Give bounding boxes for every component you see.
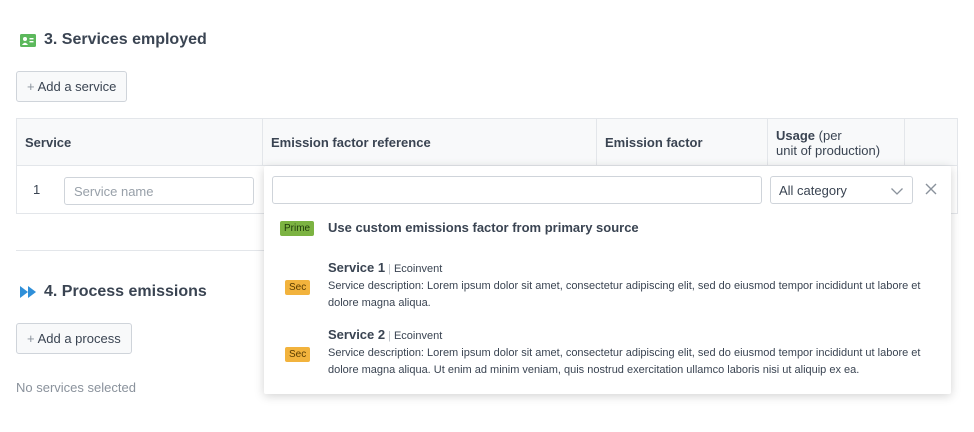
section-services-label: 3. Services employed [44,31,207,48]
fast-forward-icon [20,286,36,298]
service-option[interactable]: Sec Service 2 | Ecoinvent Service descript… [284,327,944,379]
service-option-name: Service 1 [328,260,386,275]
emission-factor-search-input[interactable] [272,176,762,204]
plus-icon: + [27,79,35,94]
service-option-name: Service 2 [328,327,386,342]
service-option-description: Service description: Lorem ipsum dolor s… [328,347,921,376]
sec-badge: Sec [285,347,311,362]
id-card-icon [20,33,36,47]
service-name-placeholder: Service name [74,183,154,199]
section-services-title: 3. Services employed [20,31,207,49]
no-services-text: No services selected [16,380,136,395]
header-reference: Emission factor reference [263,119,597,166]
prime-badge: Prime [280,221,315,236]
close-icon[interactable] [924,182,938,196]
header-factor: Emission factor [597,119,768,166]
usage-light: (per [815,127,842,143]
service-option-source: Ecoinvent [393,263,443,275]
category-select-value: All category [779,182,847,198]
custom-factor-label: Use custom emissions factor from primary… [328,220,639,235]
add-service-label: Add a service [37,79,117,94]
header-service: Service [17,119,263,166]
category-select[interactable]: All category [770,176,913,204]
sec-badge: Sec [285,280,311,295]
separator: | [388,263,391,275]
section-process-title: 4. Process emissions [20,283,207,301]
separator: | [388,330,391,342]
section-divider [16,250,266,251]
row-number: 1 [33,182,41,197]
service-option[interactable]: Sec Service 1 | Ecoinvent Service descript… [284,260,944,312]
custom-factor-option[interactable]: Prime Use custom emissions factor from p… [280,220,940,236]
add-process-button[interactable]: + Add a process [16,323,132,354]
service-option-source: Ecoinvent [393,330,443,342]
add-process-label: Add a process [37,331,121,346]
emission-factor-dropdown: All category Prime Use custom emissions … [264,166,951,394]
plus-icon: + [27,331,35,346]
add-service-button[interactable]: + Add a service [16,71,128,102]
section-process-label: 4. Process emissions [44,283,207,300]
table-header: Service Emission factor reference Emissi… [17,119,957,166]
chevron-down-icon [890,184,904,201]
service-name-input[interactable]: Service name [64,177,254,205]
service-option-description: Service description: Lorem ipsum dolor s… [328,280,921,309]
usage-line2: unit of production) [776,142,881,158]
usage-bold: Usage [776,127,816,143]
header-usage: Usage (per unit of production) [768,119,905,166]
